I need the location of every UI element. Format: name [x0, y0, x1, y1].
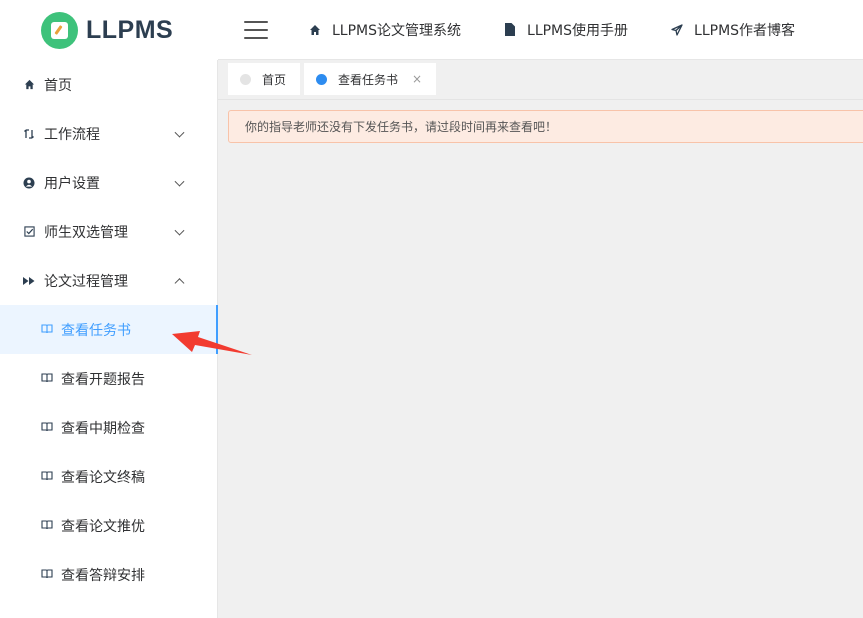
book-icon — [41, 568, 53, 581]
annotation-arrow-icon — [172, 331, 252, 355]
logo-icon — [41, 11, 78, 49]
nav-link-system[interactable]: LLPMS论文管理系统 — [308, 20, 461, 40]
nav-link-label: LLPMS使用手册 — [527, 22, 629, 39]
logo: LLPMS — [0, 0, 218, 60]
logo-text: LLPMS — [86, 15, 174, 44]
sidebar-subitem-label: 查看论文终稿 — [61, 469, 145, 486]
alert-text: 你的指导老师还没有下发任务书，请过段时间再来查看吧！ — [245, 120, 558, 134]
book-icon — [41, 519, 53, 532]
chevron-down-icon — [174, 127, 185, 138]
send-icon — [670, 23, 684, 37]
sidebar-item-label: 首页 — [44, 77, 72, 94]
tab-label: 查看任务书 — [338, 72, 399, 87]
sidebar-item-label: 论文过程管理 — [44, 273, 128, 290]
tab-status-dot — [316, 73, 328, 85]
nav-link-manual[interactable]: LLPMS使用手册 — [503, 20, 628, 40]
tab-bar: 首页 查看任务书 × — [218, 60, 863, 100]
home-icon — [22, 78, 36, 92]
nav-link-label: LLPMS作者博客 — [694, 22, 796, 39]
sidebar-item-thesis-process[interactable]: 论文过程管理 — [0, 256, 217, 305]
nav-link-blog[interactable]: LLPMS作者博客 — [670, 20, 795, 40]
sidebar-item-mutual-selection[interactable]: 师生双选管理 — [0, 207, 217, 256]
fast-forward-icon — [22, 274, 36, 288]
sidebar-subitem-recommendation[interactable]: 查看论文推优 — [0, 501, 217, 550]
sidebar-subitem-label: 查看答辩安排 — [61, 567, 145, 584]
sidebar-item-user-settings[interactable]: 用户设置 — [0, 158, 217, 207]
sidebar-subitem-midterm[interactable]: 查看中期检查 — [0, 403, 217, 452]
chevron-up-icon — [174, 277, 185, 288]
top-header: LLPMS论文管理系统 LLPMS使用手册 LLPMS作者博客 — [218, 0, 863, 60]
tab-status-dot — [240, 73, 251, 85]
sidebar-item-home[interactable]: 首页 — [0, 60, 217, 109]
main-content: 首页 查看任务书 × 你的指导老师还没有下发任务书，请过段时间再来查看吧！ — [218, 60, 863, 618]
chevron-down-icon — [174, 176, 185, 187]
checkbox-icon — [22, 225, 36, 239]
menu-toggle-icon[interactable] — [244, 20, 268, 39]
tab-label: 首页 — [262, 72, 287, 87]
tab-home[interactable]: 首页 — [228, 63, 301, 95]
document-icon — [503, 23, 517, 37]
chevron-down-icon — [174, 225, 185, 236]
book-icon — [41, 323, 53, 336]
tab-task-book[interactable]: 查看任务书 × — [304, 63, 437, 95]
sidebar-item-label: 用户设置 — [44, 175, 100, 192]
warning-alert: 你的指导老师还没有下发任务书，请过段时间再来查看吧！ — [228, 110, 863, 143]
close-icon[interactable]: × — [412, 72, 422, 86]
sidebar-subitem-final-draft[interactable]: 查看论文终稿 — [0, 452, 217, 501]
book-icon — [41, 421, 53, 434]
user-circle-icon — [22, 176, 36, 190]
sidebar-subitem-label: 查看论文推优 — [61, 518, 145, 535]
sidebar-subitem-label: 查看开题报告 — [61, 371, 145, 388]
sidebar-item-label: 工作流程 — [44, 126, 100, 143]
nav-link-label: LLPMS论文管理系统 — [332, 22, 462, 39]
sidebar-subitem-defense[interactable]: 查看答辩安排 — [0, 550, 217, 599]
sidebar-subitem-label: 查看中期检查 — [61, 420, 145, 437]
book-icon — [41, 372, 53, 385]
sidebar-item-label: 师生双选管理 — [44, 224, 128, 241]
sidebar-item-workflow[interactable]: 工作流程 — [0, 109, 217, 158]
book-icon — [41, 470, 53, 483]
sidebar-subitem-label: 查看任务书 — [61, 322, 131, 339]
home-icon — [308, 23, 322, 37]
workflow-icon — [22, 127, 36, 141]
